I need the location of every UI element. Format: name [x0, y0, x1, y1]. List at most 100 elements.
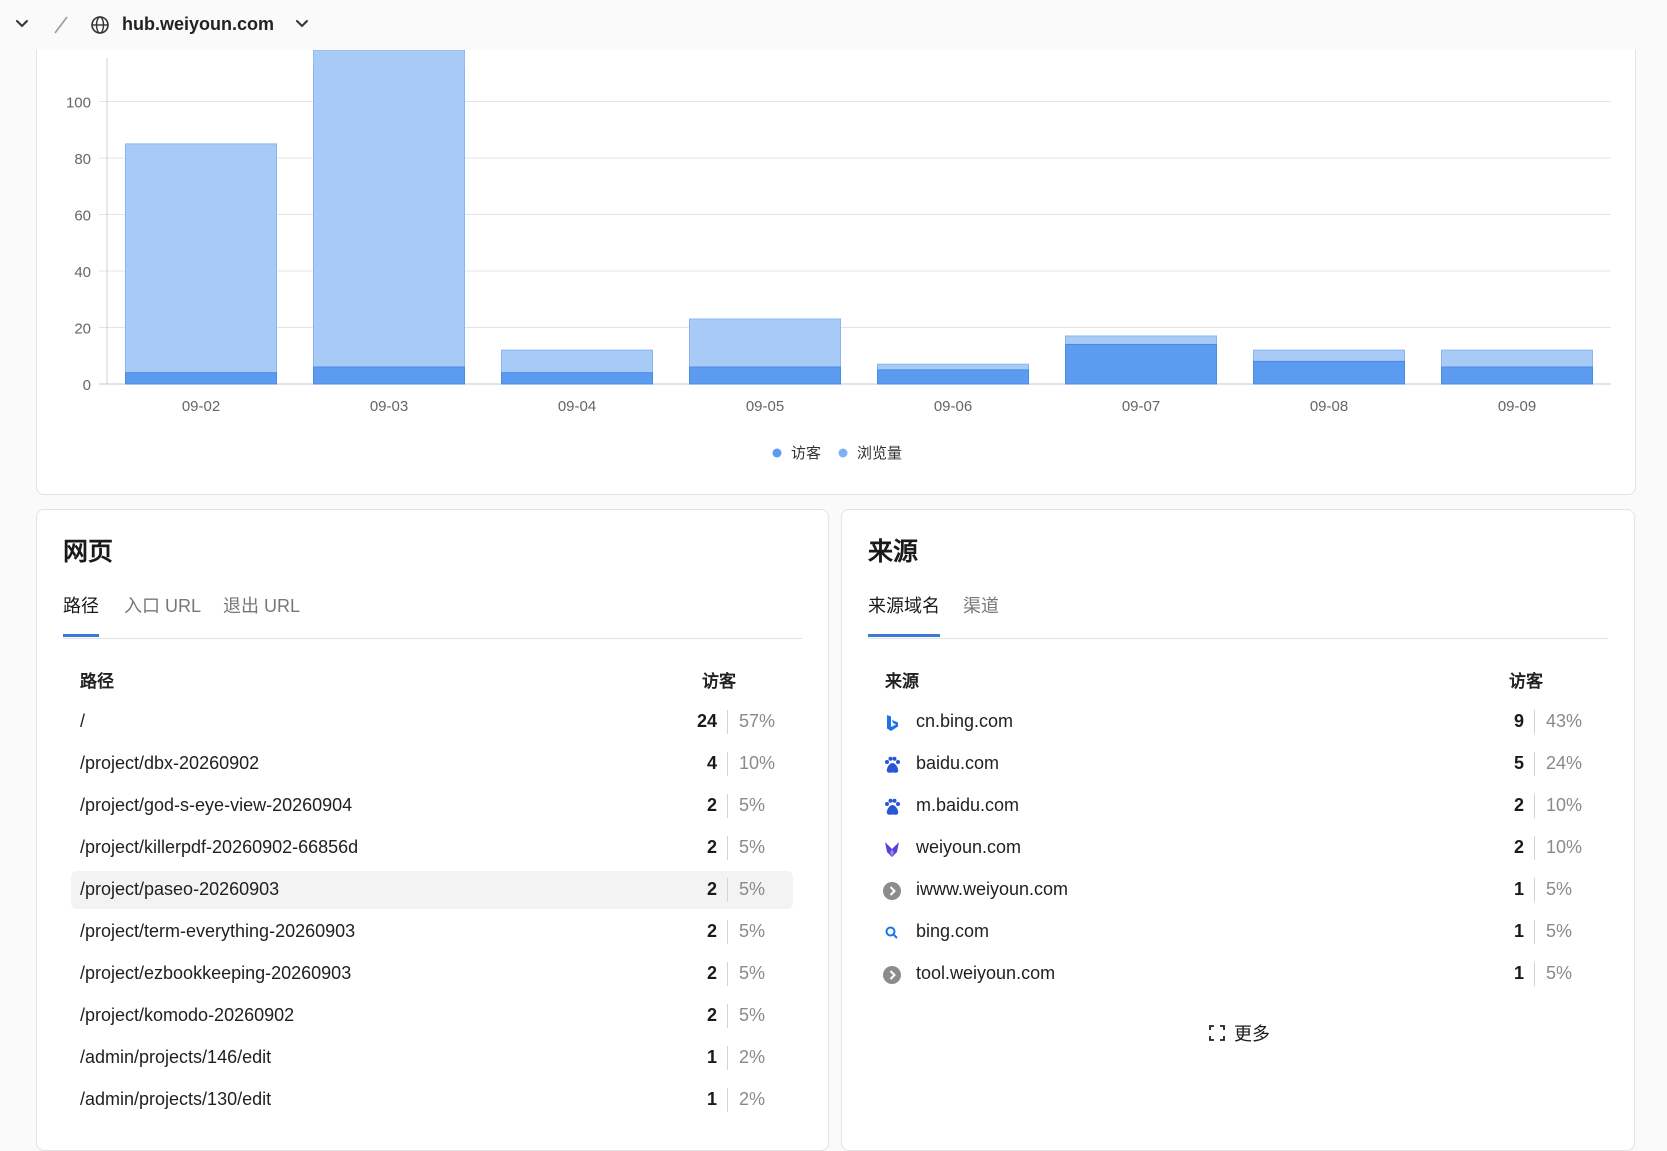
table-row[interactable]: /admin/projects/130/edit 1 2%	[71, 1081, 793, 1119]
visitor-count: 2	[706, 921, 717, 941]
table-row[interactable]: baidu.com 5 24%	[876, 745, 1598, 783]
column-header-visitors[interactable]: 访客	[702, 667, 736, 692]
table-row[interactable]: tool.weiyoun.com 1 5%	[876, 955, 1598, 993]
visitors-bar	[689, 366, 841, 385]
visitors-bar	[313, 366, 465, 385]
more-button[interactable]: 更多	[1208, 1020, 1270, 1046]
page-path: /project/ezbookkeeping-20260903	[80, 963, 352, 983]
tab-exit-url[interactable]: 退出 URL	[223, 594, 300, 636]
x-tick-label: 09-04	[558, 398, 596, 415]
x-tick-label: 09-08	[1310, 398, 1348, 415]
y-tick-label: 0	[83, 377, 91, 394]
divider	[1534, 878, 1535, 902]
visitor-count: 2	[1513, 837, 1524, 857]
x-tick-label: 09-03	[370, 398, 408, 415]
visitors-bar	[877, 369, 1029, 385]
visitors-bar	[1441, 366, 1593, 385]
divider	[1534, 794, 1535, 818]
divider	[727, 1004, 728, 1028]
divider	[1534, 920, 1535, 944]
visitor-percent: 5%	[739, 921, 766, 941]
visitor-count: 1	[1513, 921, 1524, 941]
baidu-icon	[885, 798, 900, 815]
visitor-count: 1	[706, 1047, 717, 1067]
y-tick-label: 80	[74, 151, 91, 168]
baidu-icon	[885, 756, 900, 773]
page-path: /project/komodo-20260902	[80, 1005, 295, 1025]
visitor-percent: 2%	[739, 1047, 766, 1067]
column-header-path[interactable]: 路径	[80, 667, 114, 692]
y-tick-label: 20	[74, 321, 91, 338]
divider	[1534, 836, 1535, 860]
table-row[interactable]: /project/dbx-20260902 4 10%	[71, 745, 793, 783]
visitor-count: 9	[1513, 711, 1524, 731]
table-row[interactable]: weiyoun.com 2 10%	[876, 829, 1598, 867]
tab-entry-url[interactable]: 入口 URL	[124, 594, 201, 636]
table-row[interactable]: /project/god-s-eye-view-20260904 2 5%	[71, 787, 793, 825]
table-row[interactable]: bing.com 1 5%	[876, 913, 1598, 951]
table-row[interactable]: /project/ezbookkeeping-20260903 2 5%	[71, 955, 793, 993]
page-path: /project/killerpdf-20260902-66856d	[80, 837, 359, 857]
chevron-down-icon[interactable]	[12, 14, 32, 34]
y-tick-label: 100	[66, 95, 91, 112]
generic-arrow-icon	[883, 966, 901, 984]
divider	[727, 752, 728, 776]
divider	[1534, 752, 1535, 776]
pages-card: 网页 路径 入口 URL 退出 URL 路径 访客 / 24 57%/proje…	[36, 509, 829, 1151]
bing-icon	[887, 715, 898, 731]
legend-pageviews-swatch	[838, 448, 848, 458]
source-domain: iwww.weiyoun.com	[916, 879, 1069, 899]
tab-path[interactable]: 路径	[63, 594, 99, 637]
chevron-down-icon[interactable]	[292, 14, 312, 34]
visitors-bar	[125, 372, 277, 385]
tab-channel[interactable]: 渠道	[963, 594, 999, 636]
table-row[interactable]: /project/paseo-20260903 2 5%	[71, 871, 793, 909]
table-row[interactable]: /admin/projects/146/edit 1 2%	[71, 1039, 793, 1077]
site-domain[interactable]: hub.weiyoun.com	[122, 14, 274, 35]
column-header-visitors[interactable]: 访客	[1509, 667, 1543, 692]
divider	[1534, 962, 1535, 986]
source-domain: baidu.com	[916, 753, 1000, 773]
top-bar: hub.weiyoun.com	[0, 0, 1667, 50]
y-tick-label: 40	[74, 264, 91, 281]
table-row[interactable]: /project/komodo-20260902 2 5%	[71, 997, 793, 1035]
visitor-percent: 5%	[1546, 879, 1573, 899]
visitor-percent: 5%	[739, 837, 766, 857]
visitor-count: 2	[706, 795, 717, 815]
visitor-percent: 5%	[739, 963, 766, 983]
x-tick-label: 09-05	[746, 398, 784, 415]
table-row[interactable]: iwww.weiyoun.com 1 5%	[876, 871, 1598, 909]
divider	[1534, 710, 1535, 734]
source-domain: tool.weiyoun.com	[916, 963, 1056, 983]
sources-title: 来源	[868, 538, 919, 566]
tab-source-domain[interactable]: 来源域名	[868, 594, 940, 637]
divider	[727, 710, 728, 734]
page-path: /project/god-s-eye-view-20260904	[80, 795, 353, 815]
legend-visitors-swatch	[772, 448, 782, 458]
table-row[interactable]: /project/term-everything-20260903 2 5%	[71, 913, 793, 951]
globe-icon	[91, 16, 109, 34]
visitor-percent: 5%	[739, 795, 766, 815]
table-row[interactable]: cn.bing.com 9 43%	[876, 703, 1598, 741]
page-path: /	[80, 711, 86, 731]
pageviews-bar	[313, 50, 465, 385]
divider	[727, 920, 728, 944]
x-tick-label: 09-06	[934, 398, 972, 415]
visitor-percent: 43%	[1546, 711, 1583, 731]
column-header-source[interactable]: 来源	[885, 667, 919, 692]
table-row[interactable]: m.baidu.com 2 10%	[876, 787, 1598, 825]
visitor-percent: 10%	[1546, 837, 1583, 857]
visitors-bar	[1253, 360, 1405, 385]
legend-pageviews-label: 浏览量	[857, 445, 902, 462]
search-icon	[885, 926, 898, 939]
table-row[interactable]: / 24 57%	[71, 703, 793, 741]
visitor-count: 2	[706, 837, 717, 857]
table-row[interactable]: /project/killerpdf-20260902-66856d 2 5%	[71, 829, 793, 867]
visitor-count: 1	[706, 1089, 717, 1109]
visitor-count: 2	[706, 1005, 717, 1025]
source-domain: bing.com	[916, 921, 990, 941]
x-tick-label: 09-02	[182, 398, 220, 415]
visitors-bar	[1065, 343, 1217, 385]
pageviews-bar	[125, 143, 277, 385]
visitor-count: 1	[1513, 879, 1524, 899]
